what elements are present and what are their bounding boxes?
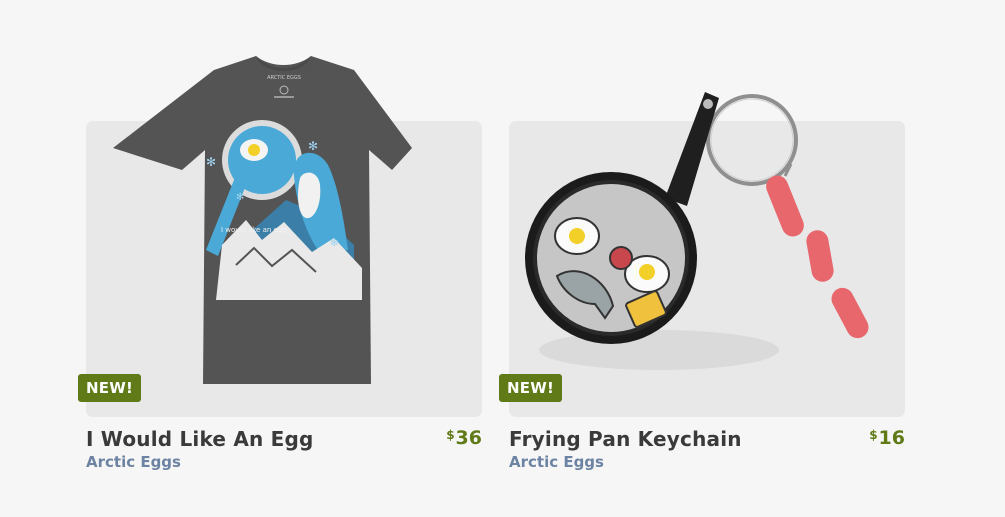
neck-tag-text: ARCTIC EGGS [267,75,301,81]
egg-charm [554,217,600,255]
product-card-tshirt[interactable]: ARCTIC EGGS ✻ ✻ ✻ ✻ I would like an egg … [78,0,482,517]
new-badge: NEW! [78,374,141,402]
product-price: $36 [446,427,482,449]
key-ring [706,94,798,186]
price-value: 16 [878,427,905,449]
product-brand[interactable]: Arctic Eggs [509,453,604,471]
snowflake-icon: ✻ [308,139,318,153]
product-price: $16 [869,427,905,449]
tomato-charm [609,246,633,270]
currency-symbol: $ [446,428,455,442]
snowflake-icon: ✻ [330,238,338,249]
product-brand[interactable]: Arctic Eggs [86,453,181,471]
print-text: I would like an egg [221,226,287,234]
snowflake-icon: ✻ [206,155,216,169]
price-value: 36 [455,427,482,449]
product-title[interactable]: Frying Pan Keychain [509,427,742,451]
currency-symbol: $ [869,428,878,442]
snowflake-icon: ✻ [236,192,244,203]
tshirt-shape [113,56,412,384]
sausage-charm [766,175,869,339]
new-badge: NEW! [499,374,562,402]
product-card-keychain[interactable]: NEW! Frying Pan Keychain Arctic Eggs $16 [499,0,905,517]
product-title[interactable]: I Would Like An Egg [86,427,314,451]
